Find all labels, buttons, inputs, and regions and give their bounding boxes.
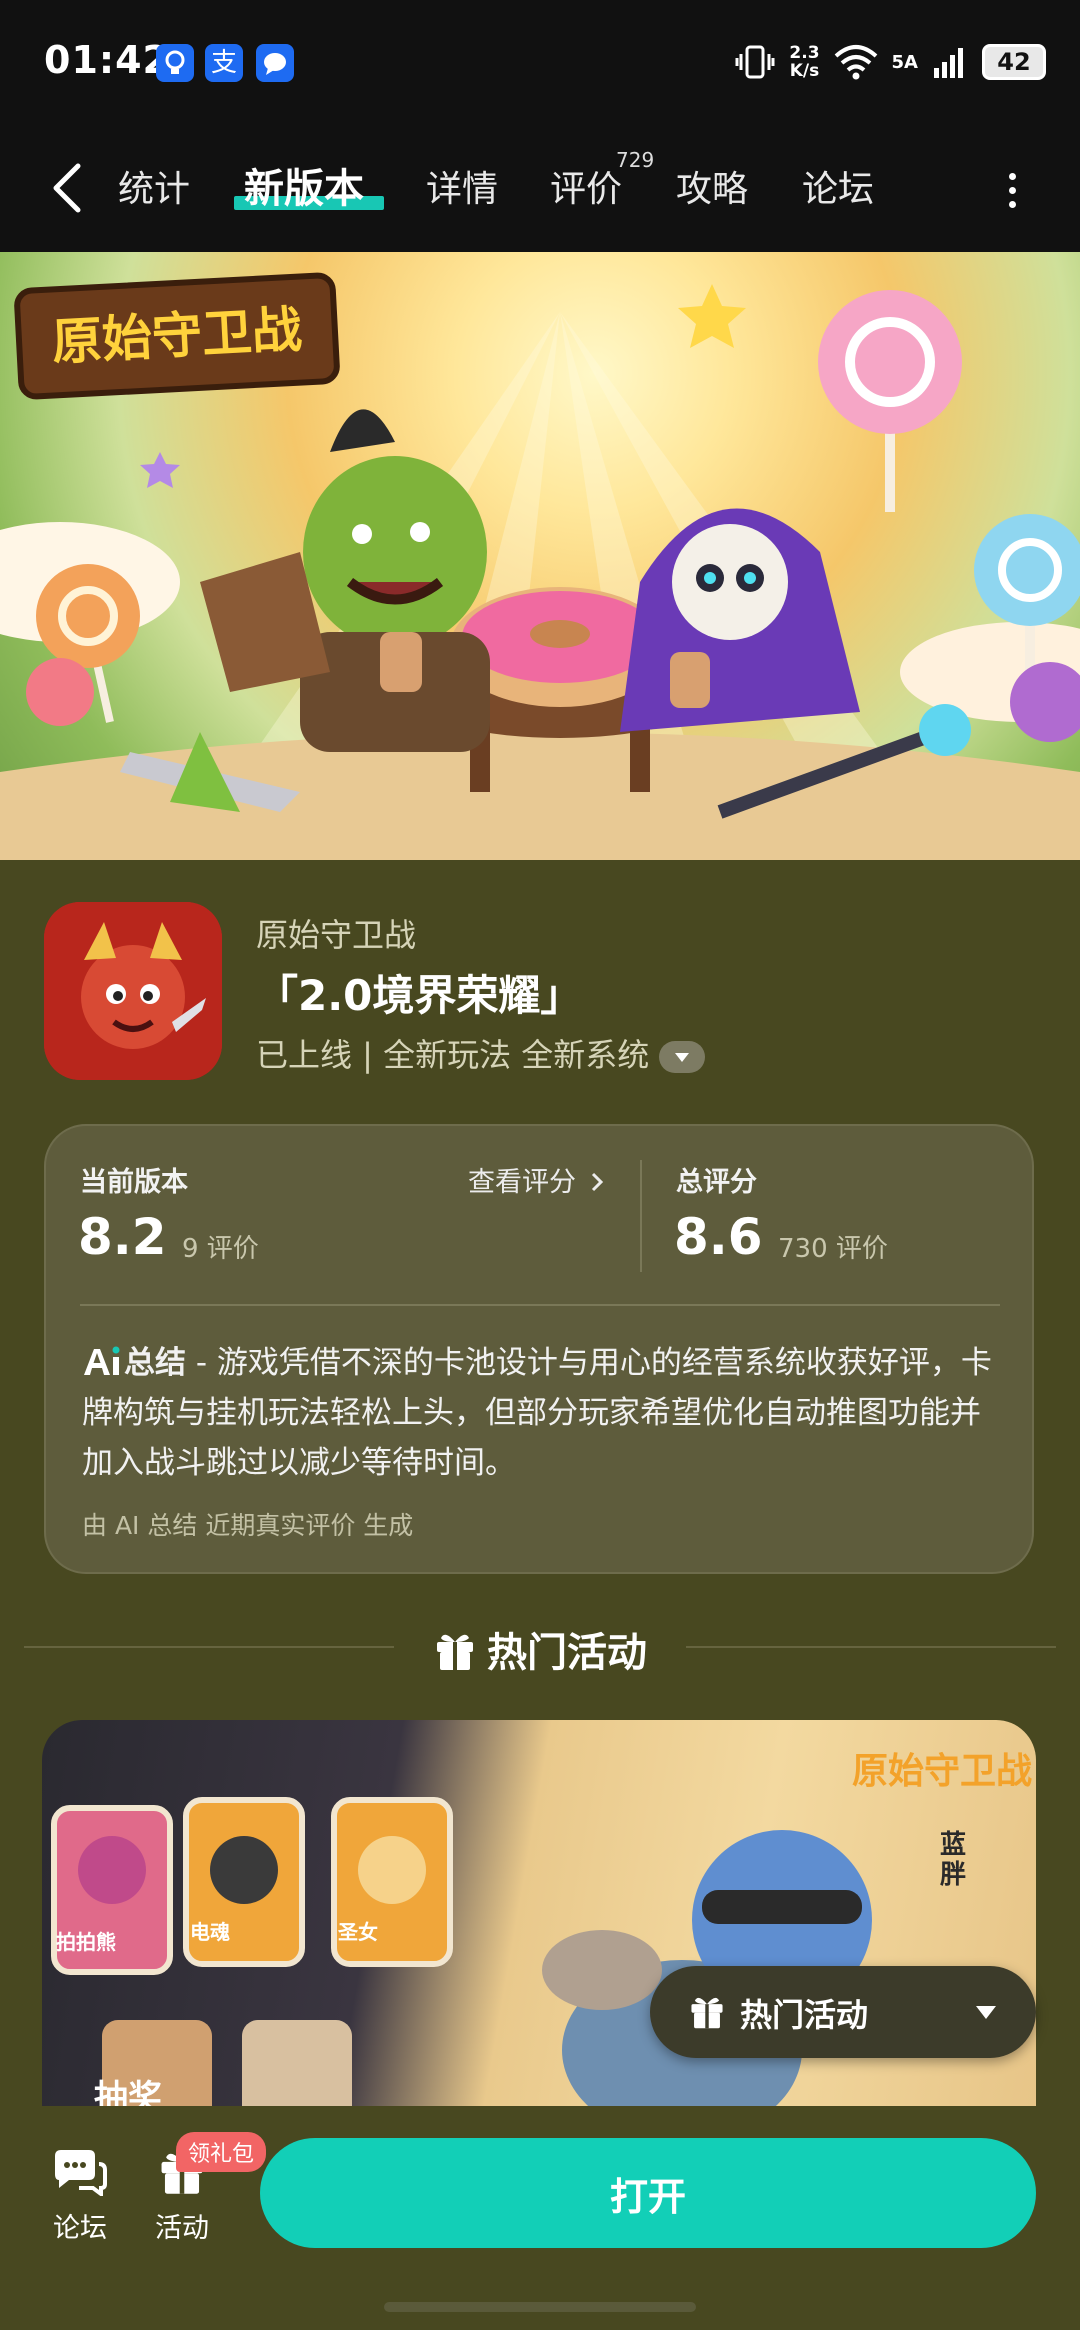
card-label: 拍拍熊 xyxy=(56,1930,116,1954)
net-speed: 2.3 K/s xyxy=(789,43,820,81)
rating-card: 当前版本 查看评分 8.2 9 评价 总评分 8.6 730 评价 总结 - 游… xyxy=(44,1124,1034,1574)
forum-button[interactable]: 论坛 xyxy=(30,2146,130,2245)
activity-side-text: 蓝胖 xyxy=(940,1830,967,1890)
home-indicator[interactable] xyxy=(384,2302,696,2312)
card-label: 电魂 xyxy=(190,1920,230,1944)
ai-icon xyxy=(84,1346,120,1375)
section-title: 热门活动 xyxy=(487,1630,647,1676)
network-type: 5A xyxy=(891,51,918,73)
game-banner[interactable]: 原始守卫战 xyxy=(0,252,1080,860)
ai-summary-text: - 游戏凭借不深的卡池设计与用心的经营系统收获好评，卡牌构筑与挂机玩法轻松上头，… xyxy=(82,1345,992,1481)
vibrate-icon xyxy=(735,45,775,79)
hot-activity-label: 热门活动 xyxy=(740,1996,869,2034)
hot-activity-dropdown[interactable]: 热门活动 xyxy=(650,1966,1036,2058)
open-app-button[interactable]: 打开 xyxy=(260,2138,1036,2248)
chevron-right-icon xyxy=(591,1172,603,1192)
status-time: 01:42 xyxy=(44,38,170,82)
view-ratings-label: 查看评分 xyxy=(468,1167,576,1198)
app-name: 原始守卫战 xyxy=(256,916,417,954)
review-count-badge: 729 xyxy=(616,148,655,172)
chat-bubbles-icon xyxy=(55,2150,107,2198)
battery-indicator: 42 xyxy=(982,44,1046,80)
game-logo: 原始守卫战 xyxy=(13,271,341,401)
signal-icon xyxy=(934,48,963,78)
gift-icon xyxy=(437,1634,473,1670)
activity-logo: 原始守卫战 xyxy=(852,1751,1033,1792)
tab-details[interactable]: 详情 xyxy=(426,160,498,212)
forum-label: 论坛 xyxy=(53,2213,107,2244)
more-options-icon[interactable] xyxy=(1002,168,1022,218)
rating-divider xyxy=(640,1160,642,1272)
version-title: 「2.0境界荣耀」 xyxy=(256,971,583,1020)
total-review-count: 730 评价 xyxy=(778,1234,888,1264)
gift-icon xyxy=(691,1997,723,2029)
app-icon[interactable] xyxy=(44,902,222,1080)
activity-bottom-text: 抽奖 xyxy=(94,2078,162,2110)
current-version-label: 当前版本 xyxy=(80,1167,188,1198)
total-score: 8.6 xyxy=(674,1208,763,1266)
lightbulb-icon xyxy=(156,44,194,82)
wifi-icon xyxy=(834,45,877,80)
ai-summary-footer: 由 AI 总结 近期真实评价 生成 xyxy=(82,1511,414,1540)
card-label: 圣女 xyxy=(338,1920,378,1944)
alipay-icon: 支 xyxy=(205,44,243,82)
ai-summary: 总结 - 游戏凭借不深的卡池设计与用心的经营系统收获好评，卡牌构筑与挂机玩法轻松… xyxy=(82,1338,1002,1488)
gift-pack-badge[interactable]: 领礼包 xyxy=(176,2132,267,2172)
message-icon xyxy=(256,44,294,82)
tab-guides[interactable]: 攻略 xyxy=(676,160,748,212)
card-divider xyxy=(80,1304,1000,1306)
tab-new-version[interactable]: 新版本 xyxy=(244,156,364,214)
section-header: 热门活动 xyxy=(0,1620,1080,1678)
back-arrow-icon[interactable] xyxy=(44,158,94,218)
tags-expand-icon[interactable] xyxy=(659,1041,706,1073)
game-logo-text: 原始守卫战 xyxy=(50,300,304,372)
tab-reviews[interactable]: 评价 xyxy=(550,160,622,212)
ai-summary-label: 总结 xyxy=(124,1345,186,1381)
status-bar: 01:42 支 2.3 K/s 5A 42 xyxy=(0,0,1080,128)
tab-forum[interactable]: 论坛 xyxy=(802,160,874,212)
view-ratings-link[interactable]: 查看评分 xyxy=(468,1160,605,1199)
version-tags-text: 已上线 | 全新玩法 全新系统 xyxy=(256,1036,650,1074)
activity-label: 活动 xyxy=(155,2213,209,2244)
status-indicators: 2.3 K/s 5A 42 xyxy=(735,40,1046,84)
version-tags: 已上线 | 全新玩法 全新系统 xyxy=(256,1030,706,1076)
bottom-action-bar: 论坛 活动 领礼包 打开 xyxy=(0,2106,1080,2330)
top-tab-bar: 统计 新版本 详情 评价 729 攻略 论坛 xyxy=(0,128,1080,252)
current-score: 8.2 xyxy=(78,1208,167,1266)
total-score-label: 总评分 xyxy=(676,1167,757,1198)
tab-stats[interactable]: 统计 xyxy=(118,160,190,212)
chevron-down-icon xyxy=(976,2006,996,2019)
current-review-count: 9 评价 xyxy=(182,1234,259,1264)
